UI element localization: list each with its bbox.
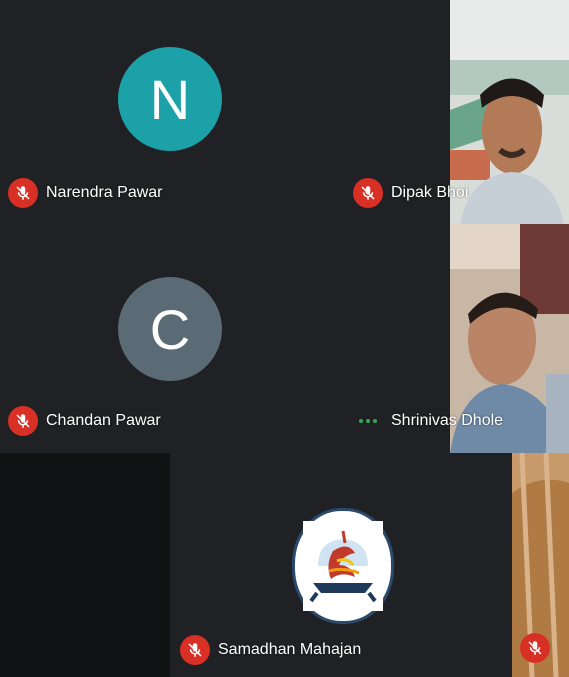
mic-off-icon <box>8 406 38 436</box>
participant-name: Chandan Pawar <box>46 412 161 429</box>
participant-name: Narendra Pawar <box>46 184 163 201</box>
meeting-grid: N Narendra Pawar Dipak Bhoi C Chandan Pa… <box>0 0 569 677</box>
organization-logo-icon <box>303 521 383 611</box>
avatar-initial: C <box>149 297 191 361</box>
participant-name: Shrinivas Dhole <box>391 412 504 429</box>
participant-tile-samadhan-mahajan[interactable]: Samadhan Mahajan <box>170 453 512 677</box>
audio-dots-icon <box>353 406 383 436</box>
avatar-initial: N <box>149 67 191 131</box>
participant-tile-camera-off[interactable] <box>0 453 170 677</box>
mic-off-icon <box>180 635 210 665</box>
mic-off-icon <box>8 178 38 208</box>
avatar-narendra-pawar: N <box>118 47 222 151</box>
participant-name: Dipak Bhoi <box>391 184 469 201</box>
avatar-chandan-pawar: C <box>118 277 222 381</box>
dipak-bhoi-name-tag: Dipak Bhoi <box>353 178 468 208</box>
shrinivas-dhole-name-tag: Shrinivas Dhole <box>353 406 503 436</box>
mic-off-icon <box>353 178 383 208</box>
participant-name: Samadhan Mahajan <box>218 641 362 658</box>
avatar-samadhan-mahajan <box>292 508 394 624</box>
participant-video-partial[interactable] <box>512 453 569 677</box>
mic-off-icon <box>520 633 550 663</box>
